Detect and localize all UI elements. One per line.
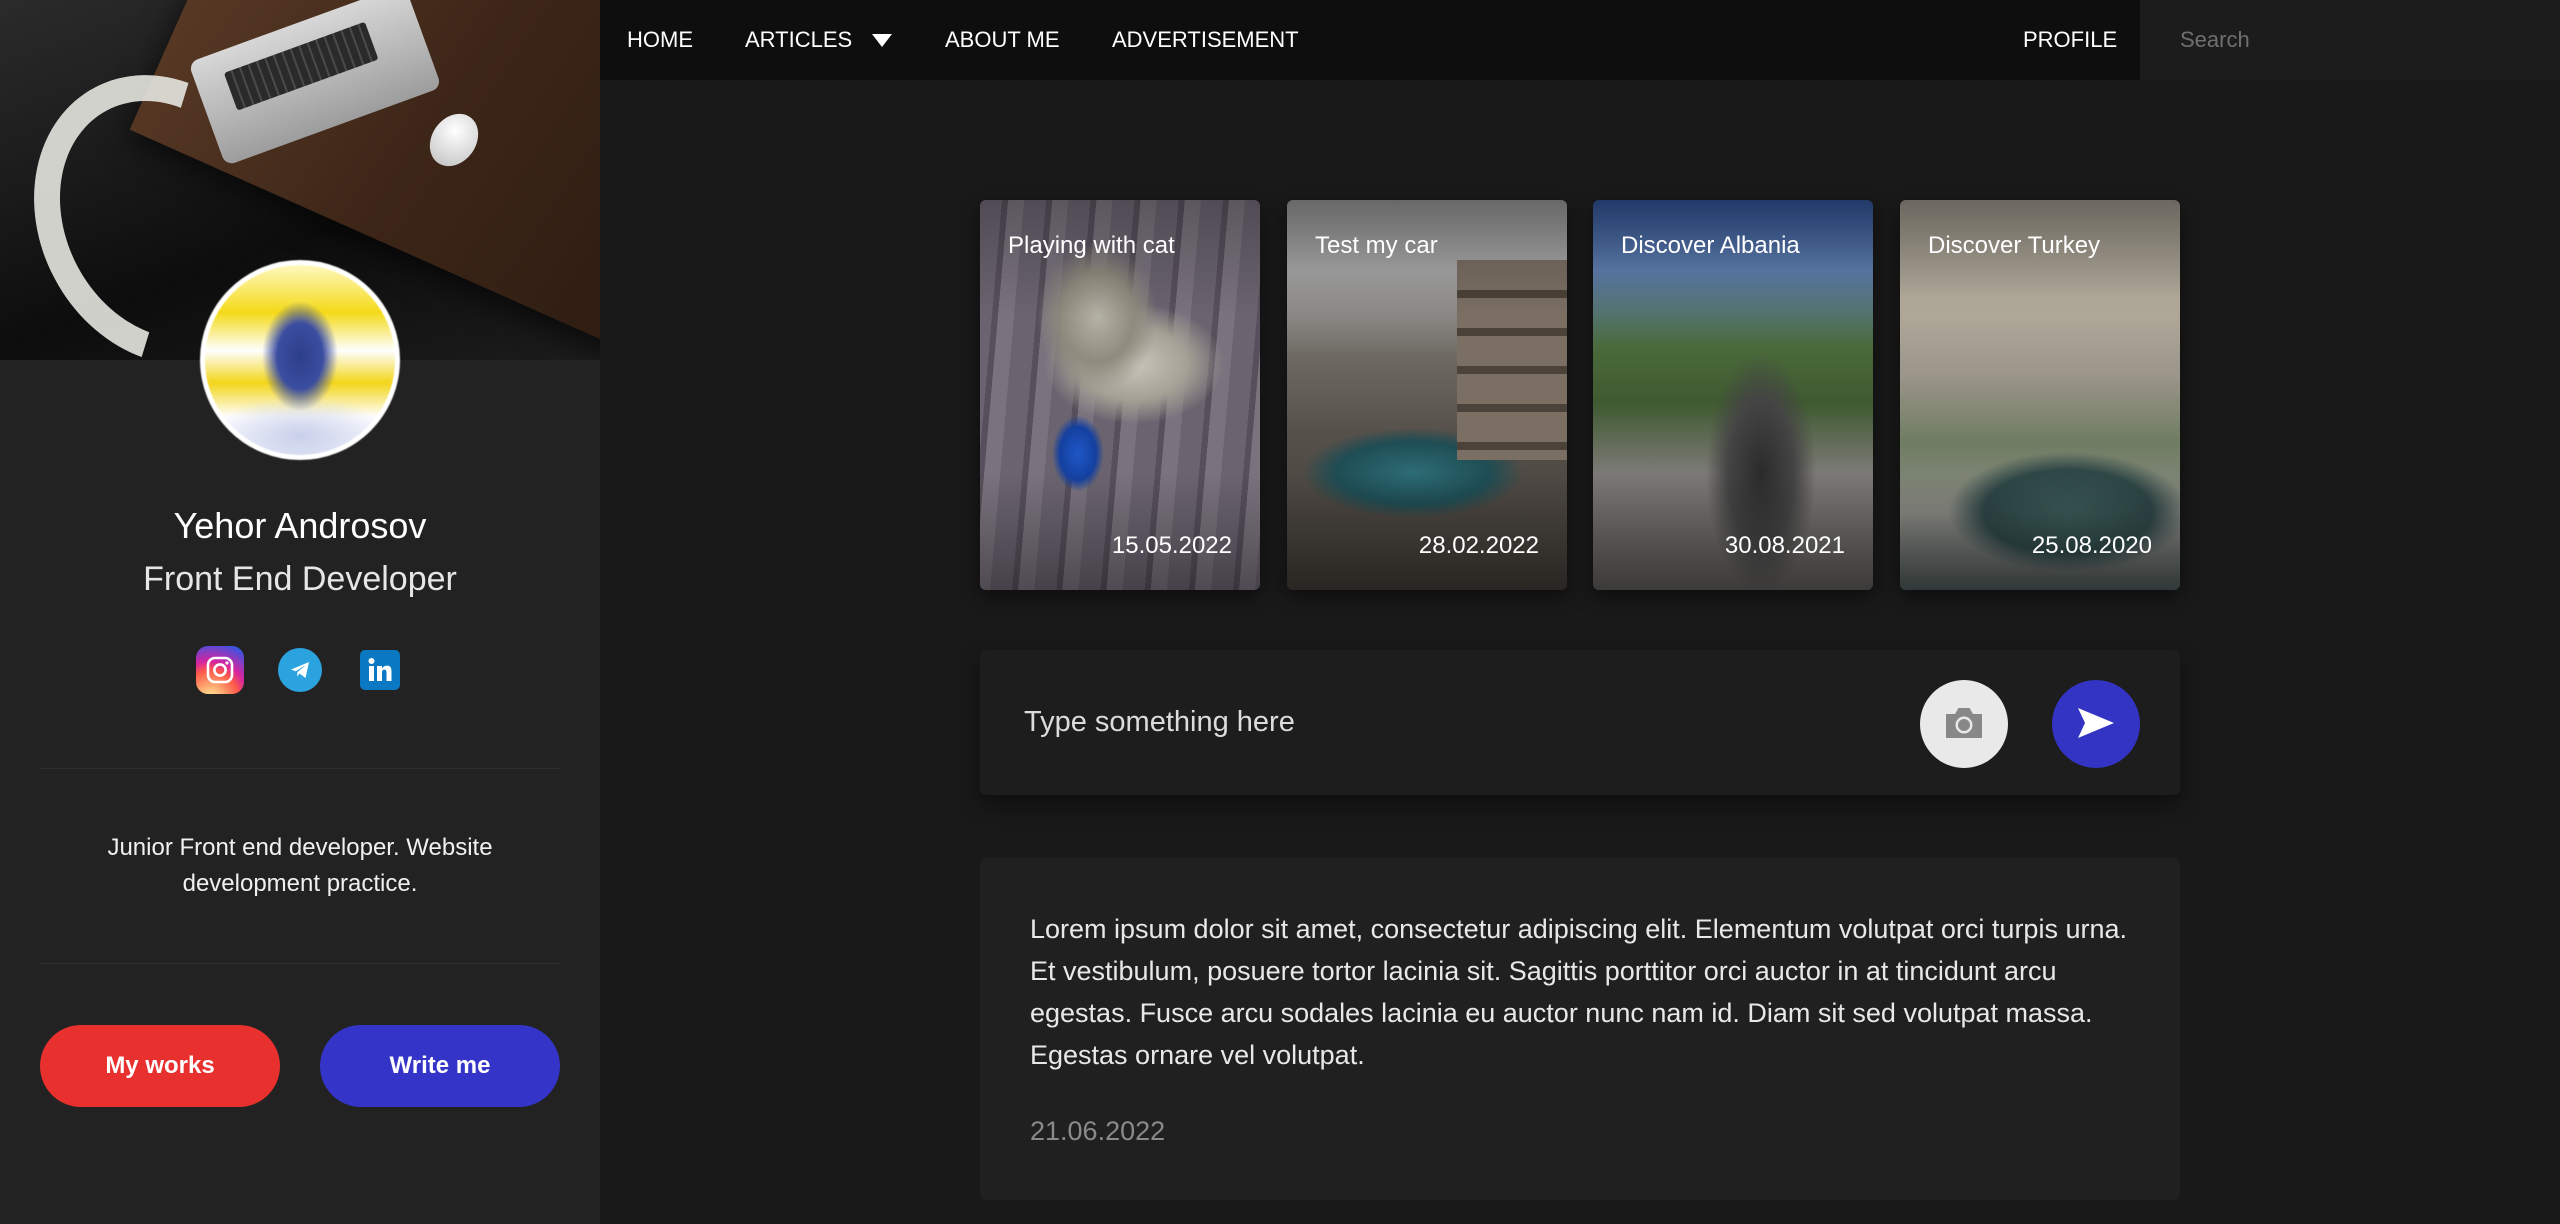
- search-input[interactable]: [2140, 0, 2560, 80]
- post-composer: [980, 650, 2180, 795]
- story-card[interactable]: Discover Albania 30.08.2021: [1593, 200, 1873, 590]
- divider: [40, 963, 560, 964]
- divider: [40, 768, 560, 769]
- camera-button[interactable]: [1920, 680, 2008, 768]
- story-date: 15.05.2022: [1111, 532, 1232, 559]
- telegram-icon: [278, 648, 322, 692]
- story-card[interactable]: Test my car 28.02.2022: [1287, 200, 1567, 590]
- story-card[interactable]: Discover Turkey 25.08.2020: [1900, 200, 2180, 590]
- nav-articles[interactable]: ARTICLES: [745, 0, 893, 80]
- camera-icon: [1942, 705, 1986, 744]
- profile-sidebar: Yehor Androsov Front End Developer Junio…: [0, 0, 600, 1224]
- social-links: [0, 646, 600, 694]
- avatar[interactable]: [200, 260, 400, 460]
- write-me-button[interactable]: Write me: [320, 1025, 560, 1107]
- story-card[interactable]: Playing with cat 15.05.2022: [980, 200, 1260, 590]
- nav-advertisement[interactable]: ADVERTISEMENT: [1112, 0, 1299, 80]
- linkedin-link[interactable]: [356, 646, 404, 694]
- post-card: Lorem ipsum dolor sit amet, consectetur …: [980, 858, 2180, 1200]
- post-text: Lorem ipsum dolor sit amet, consectetur …: [1030, 914, 2127, 1070]
- nav-about[interactable]: ABOUT ME: [945, 0, 1060, 80]
- send-button[interactable]: [2052, 680, 2140, 768]
- instagram-link[interactable]: [196, 646, 244, 694]
- linkedin-icon: [360, 650, 400, 690]
- profile-name: Yehor Androsov: [173, 505, 427, 546]
- post-date: 21.06.2022: [1030, 1116, 1166, 1146]
- story-date: 28.02.2022: [1418, 532, 1539, 559]
- chevron-down-icon: [872, 33, 893, 47]
- story-date: 30.08.2021: [1724, 532, 1845, 559]
- top-navbar: HOME ARTICLES ABOUT ME ADVERTISEMENT PRO…: [600, 0, 2560, 80]
- nav-profile[interactable]: PROFILE: [2023, 0, 2117, 80]
- my-works-button[interactable]: My works: [40, 1025, 280, 1107]
- telegram-link[interactable]: [276, 646, 324, 694]
- instagram-icon: [196, 646, 244, 694]
- story-title: Discover Albania: [1621, 232, 1800, 259]
- story-date: 25.08.2020: [2031, 532, 2152, 559]
- profile-bio: Junior Front end developer. Website deve…: [107, 834, 493, 897]
- story-title: Playing with cat: [1008, 232, 1175, 259]
- nav-articles-label: ARTICLES: [745, 27, 853, 52]
- story-title: Test my car: [1315, 232, 1438, 259]
- story-title: Discover Turkey: [1928, 232, 2101, 259]
- send-icon: [2076, 706, 2116, 743]
- profile-role: Front End Developer: [143, 560, 457, 598]
- composer-input[interactable]: [1002, 684, 1872, 760]
- nav-home[interactable]: HOME: [627, 0, 693, 80]
